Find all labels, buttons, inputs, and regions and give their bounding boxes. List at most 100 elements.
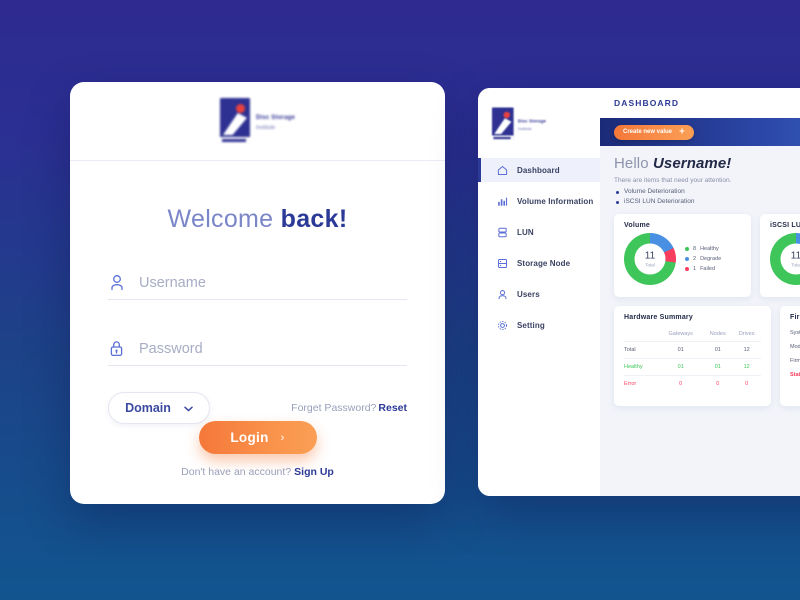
legend-dot-degrade [685,257,689,261]
cell-nodes: 01 [703,341,733,359]
sidebar-item-label: Volume Information [517,196,594,206]
brand-name-line2: Institute [517,126,532,131]
username-input[interactable] [139,274,407,291]
sidebar-item-label: Dashboard [517,165,560,175]
iscsi-total-label: Total [791,262,800,267]
legend-label: Degrade [700,256,722,262]
brand-name-line1: Disc Storage [255,114,296,121]
logo-dot-icon [235,104,245,113]
column-header-blank [624,327,658,342]
column-header-drives: Drives [738,331,755,337]
sidebar-item-label: Setting [517,320,545,330]
welcome-heading: Welcome back! [70,205,445,234]
arrow-right-icon: › [280,431,285,444]
row-label: Error [624,375,659,392]
password-field-row[interactable] [108,332,407,366]
firmware-card: Firmware System name Model name Firmware… [780,306,800,406]
volume-total-label: Total [645,262,655,267]
firmware-list: System name Model name Firmware version … [790,330,800,378]
domain-dropdown[interactable]: Domain [108,392,210,424]
attention-list: Volume Deterioration iSCSI LUN Deteriora… [614,188,800,205]
iscsi-lun-card-title: iSCSI LUN [770,222,800,229]
summary-cards-row: Volume 11 Total 8 Healthy 2 Degrade 1 Fa… [614,214,800,297]
sidebar-item-volume-information[interactable]: Volume Information [478,189,600,213]
signup-row: Don't have an account? Sign Up [70,466,445,478]
cell-drives: 12 [732,341,761,359]
sidebar-item-setting[interactable]: Setting [478,313,600,337]
volume-donut-chart: 11 Total [624,233,676,285]
logo-bottom-bar [492,135,514,141]
column-header-nodes: Nodes [709,331,726,337]
login-button-label: Login [230,430,269,445]
cell-nodes: 01 [703,358,733,376]
gear-icon [496,319,508,331]
sidebar-item-label: Users [517,289,540,299]
username-field-row[interactable] [108,266,407,300]
domain-dropdown-label: Domain [125,401,171,415]
firmware-card-title: Firmware [790,314,800,321]
login-options-row: Domain Forget Password? Reset [108,392,407,424]
brand-name-line2: Institute [255,124,276,131]
iscsi-donut-chart: 11 Total [770,233,800,285]
list-item: Volume Deterioration [614,188,800,195]
legend-item-degrade: 2 Degrade [685,256,721,262]
hardware-summary-card: Hardware Summary Gateways Nodes Drives T… [614,306,771,406]
logo-swoosh-icon [494,118,512,135]
bar-chart-icon [496,195,508,207]
dashboard-sidebar: Disc Storage Institute Dashboard Volume … [478,88,600,496]
iscsi-total-value: 11 [790,250,800,261]
sidebar-item-dashboard[interactable]: Dashboard [478,158,600,182]
volume-legend: 8 Healthy 2 Degrade 1 Failed [685,246,721,272]
hardware-summary-title: Hardware Summary [624,314,693,321]
sidebar-item-label: LUN [517,227,534,237]
dashboard-content: Hello Username! There are items that nee… [600,146,800,496]
legend-item-failed: 1 Failed [685,266,721,272]
logo-dot-icon [503,111,510,119]
logo-swoosh-icon [222,113,247,135]
signup-text: Don't have an account? [181,466,292,478]
sidebar-item-label: Storage Node [517,258,571,268]
iscsi-donut-center: 11 Total [780,243,800,275]
user-icon [496,288,508,300]
signup-link[interactable]: Sign Up [294,466,334,478]
greeting-username: Username! [652,155,732,172]
legend-dot-healthy [685,247,689,251]
volume-donut-center: 11 Total [634,243,666,275]
brand-logo-mark-icon [492,107,514,141]
create-new-value-button[interactable]: Create new value [614,124,695,140]
brand-logo: Disc Storage Institute [492,107,547,141]
cell-gateways: 0 [658,375,704,392]
lower-cards-row: Hardware Summary Gateways Nodes Drives T… [614,306,800,406]
password-input[interactable] [139,340,407,357]
legend-item-healthy: 8 Healthy [685,246,721,252]
server-icon [496,257,508,269]
cell-drives: 0 [732,375,761,392]
sidebar-logo-area: Disc Storage Institute [478,98,600,150]
reset-link[interactable]: Reset [378,402,407,414]
firmware-row-status: Status [790,372,800,378]
login-button[interactable]: Login › [198,421,317,454]
list-item: iSCSI LUN Deterioration [614,198,800,205]
brand-name-line1: Disc Storage [517,119,547,124]
table-row: Total 01 01 12 [624,341,761,359]
sidebar-nav: Dashboard Volume Information LUN Storage… [478,158,600,337]
dashboard-action-bar: Create new value [600,118,800,146]
iscsi-donut-row: 11 Total 8 Healthy [770,233,800,285]
forget-password-row: Forget Password? Reset [291,402,407,414]
chevron-down-icon [184,399,193,417]
database-icon [496,226,508,238]
attention-heading: There are items that need your attention… [614,177,732,184]
page-title: DASHBOARD [614,98,680,108]
brand-logo: Disc Storage Institute [219,98,296,144]
sidebar-item-storage-node[interactable]: Storage Node [478,251,600,275]
sidebar-item-users[interactable]: Users [478,282,600,306]
sidebar-item-lun[interactable]: LUN [478,220,600,244]
create-new-value-label: Create new value [623,129,673,135]
dashboard-topbar: DASHBOARD [600,88,800,118]
cell-drives: 12 [732,358,761,376]
user-icon [108,273,125,292]
login-card: Disc Storage Institute Welcome back! Use… [70,82,445,504]
plus-icon [679,128,685,136]
greeting: Hello Username! [614,155,800,172]
greeting-prefix: Hello [614,155,653,172]
